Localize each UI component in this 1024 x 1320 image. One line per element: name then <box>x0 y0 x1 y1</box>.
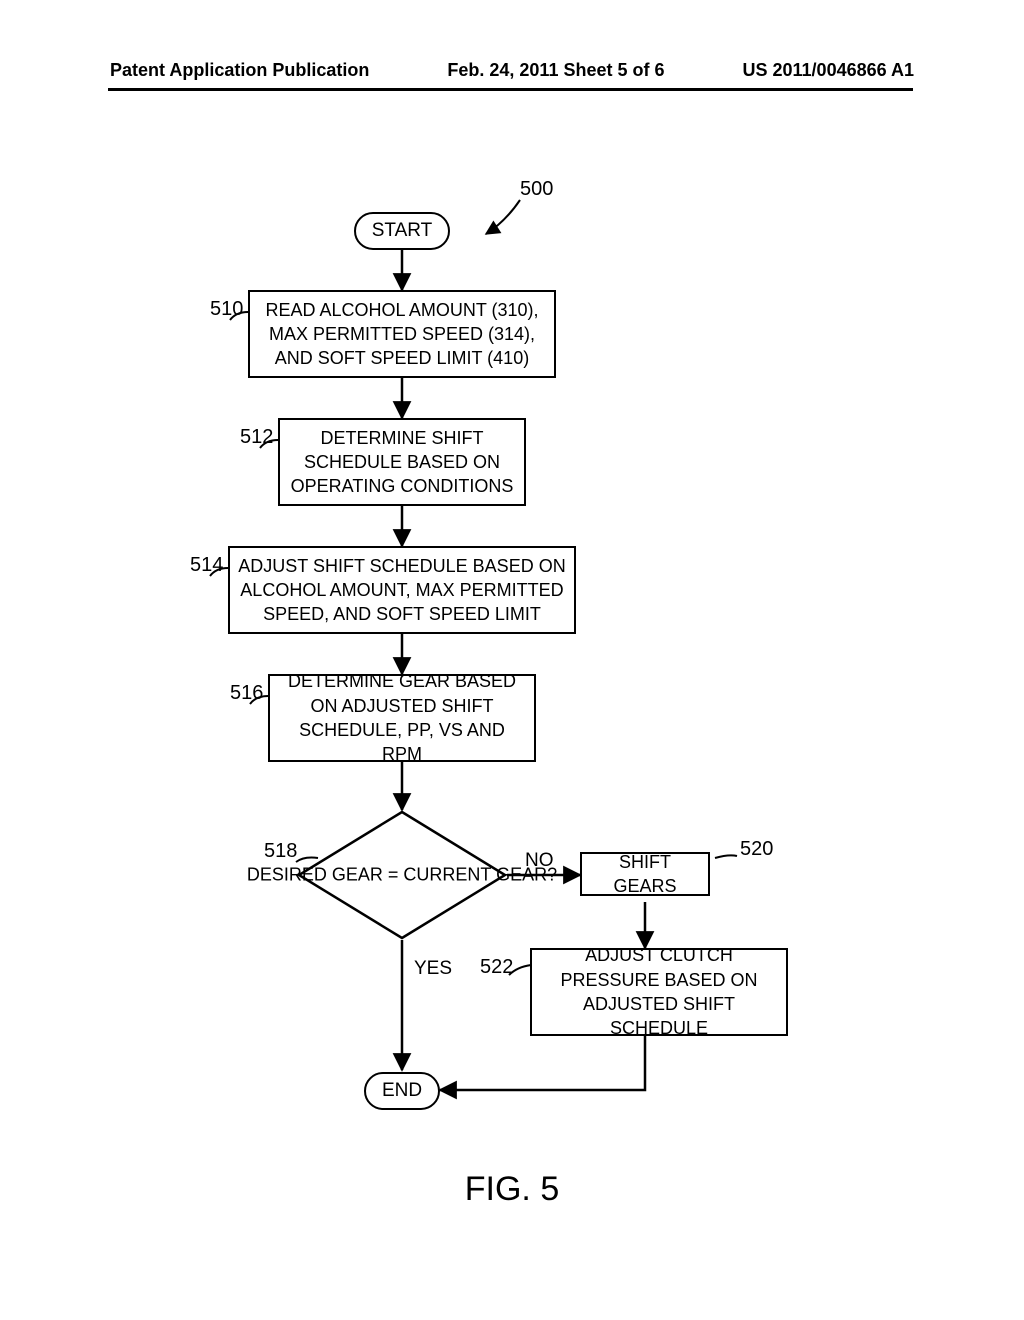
process-520: SHIFT GEARS <box>580 852 710 896</box>
terminator-end: END <box>364 1072 440 1110</box>
ref-510: 510 <box>210 298 243 321</box>
process-522: ADJUST CLUTCH PRESSURE BASED ON ADJUSTED… <box>530 948 788 1036</box>
ref-518: 518 <box>264 840 297 863</box>
process-512-label: DETERMINE SHIFT SCHEDULE BASED ON OPERAT… <box>288 426 516 499</box>
process-512: DETERMINE SHIFT SCHEDULE BASED ON OPERAT… <box>278 418 526 506</box>
process-520-label: SHIFT GEARS <box>590 850 700 899</box>
edge-no: NO <box>525 850 554 872</box>
ref-514: 514 <box>190 554 223 577</box>
process-514-label: ADJUST SHIFT SCHEDULE BASED ON ALCOHOL A… <box>238 554 566 627</box>
figure-label: FIG. 5 <box>465 1170 559 1209</box>
ref-516: 516 <box>230 682 263 705</box>
terminator-start-label: START <box>372 220 433 242</box>
terminator-end-label: END <box>382 1080 422 1102</box>
ref-520: 520 <box>740 838 773 861</box>
process-516-label: DETERMINE GEAR BASED ON ADJUSTED SHIFT S… <box>278 669 526 766</box>
process-510: READ ALCOHOL AMOUNT (310), MAX PERMITTED… <box>248 290 556 378</box>
ref-522: 522 <box>480 956 513 979</box>
ref-512: 512 <box>240 426 273 449</box>
flowchart-connectors <box>0 0 1024 1320</box>
terminator-start: START <box>354 212 450 250</box>
decision-518-label: DESIRED GEAR = CURRENT GEAR? <box>247 863 557 886</box>
process-510-label: READ ALCOHOL AMOUNT (310), MAX PERMITTED… <box>258 298 546 371</box>
ref-500: 500 <box>520 178 553 201</box>
process-516: DETERMINE GEAR BASED ON ADJUSTED SHIFT S… <box>268 674 536 762</box>
edge-yes: YES <box>414 958 452 980</box>
decision-518: DESIRED GEAR = CURRENT GEAR? <box>297 810 507 940</box>
process-522-label: ADJUST CLUTCH PRESSURE BASED ON ADJUSTED… <box>540 943 778 1040</box>
process-514: ADJUST SHIFT SCHEDULE BASED ON ALCOHOL A… <box>228 546 576 634</box>
flowchart-diagram: START READ ALCOHOL AMOUNT (310), MAX PER… <box>0 0 1024 1320</box>
